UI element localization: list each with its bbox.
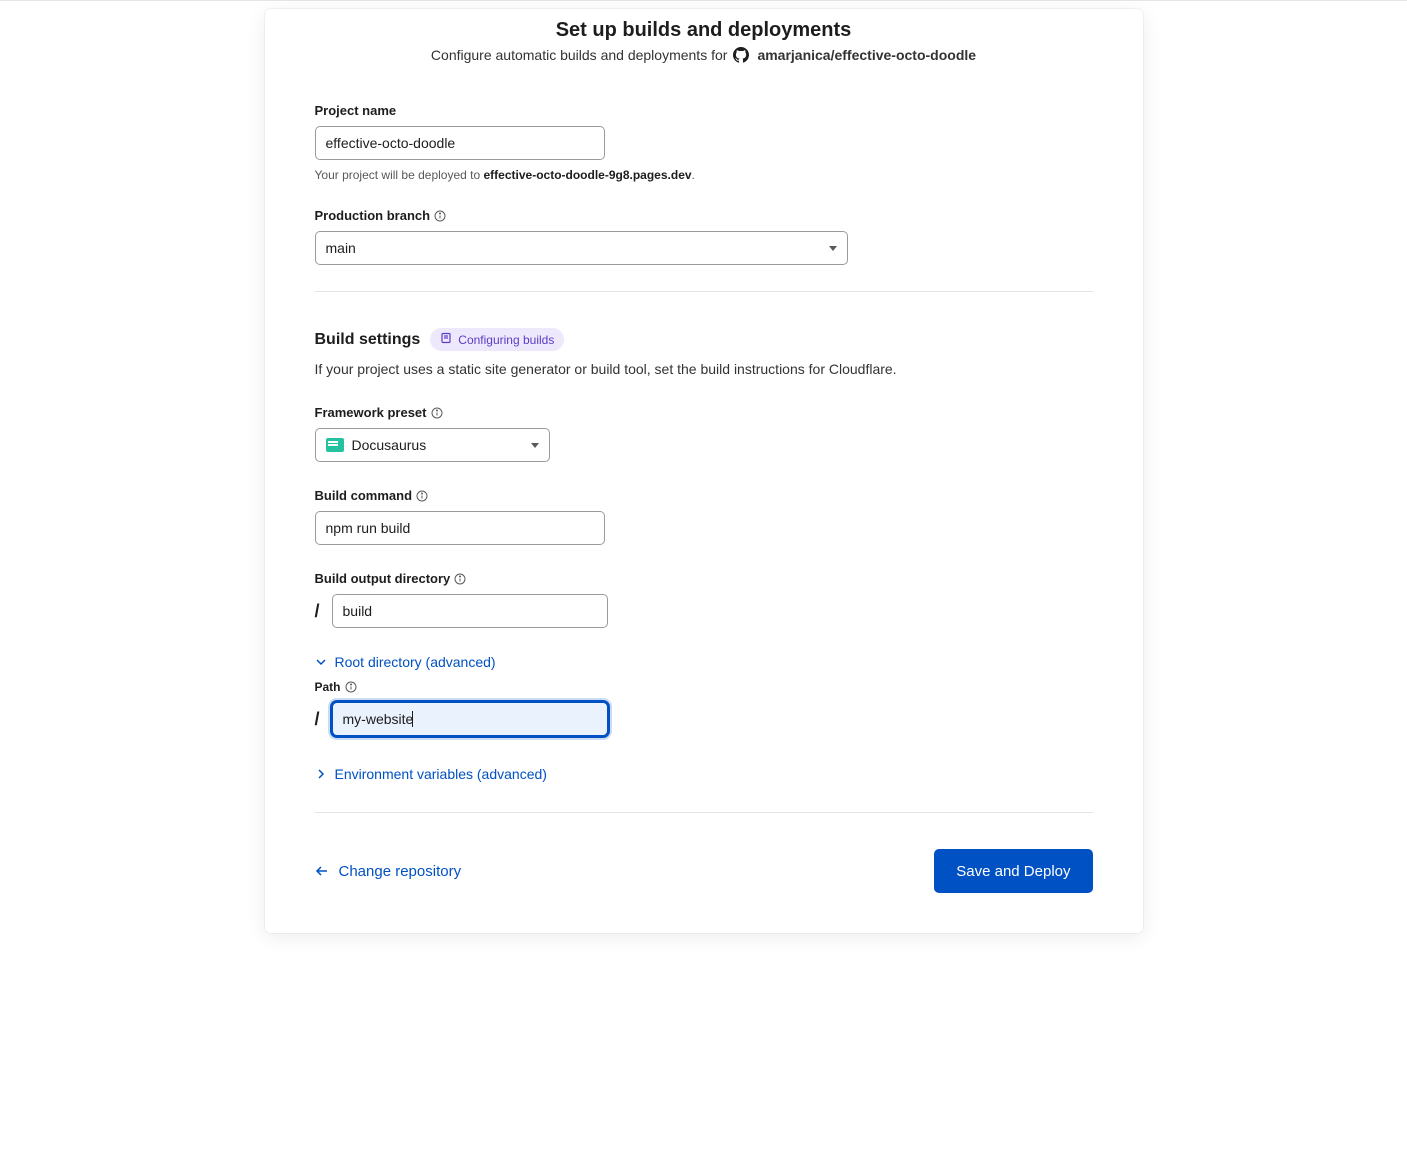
info-icon [416,490,428,502]
root-directory-path-input[interactable]: my-website [332,702,608,736]
build-settings-heading: Build settings [315,331,421,349]
project-name-helper: Your project will be deployed to effecti… [315,168,1093,182]
project-name-input[interactable] [315,126,605,160]
path-prefix: / [315,709,320,730]
framework-preset-field: Framework preset Docusaurus [315,405,1093,462]
configuring-builds-badge[interactable]: Configuring builds [430,328,564,351]
path-prefix: / [315,601,320,622]
build-command-field: Build command [315,488,1093,545]
build-settings-description: If your project uses a static site gener… [315,361,1093,377]
production-branch-label: Production branch [315,208,1093,223]
info-icon [434,210,446,222]
production-branch-field: Production branch main [315,208,1093,265]
build-output-dir-input[interactable] [332,594,608,628]
caret-down-icon [531,443,539,448]
root-directory-section: Root directory (advanced) Path / my-webs… [315,654,1093,736]
build-settings-heading-row: Build settings Configuring builds [315,328,1093,351]
env-vars-toggle[interactable]: Environment variables (advanced) [315,766,547,782]
framework-preset-label: Framework preset [315,405,1093,420]
chevron-down-icon [315,656,327,668]
page-title: Set up builds and deployments [315,19,1093,42]
info-icon [454,573,466,585]
project-name-field: Project name Your project will be deploy… [315,103,1093,182]
page-subtitle: Configure automatic builds and deploymen… [315,46,1093,63]
build-output-dir-field: Build output directory / [315,571,1093,628]
root-directory-toggle[interactable]: Root directory (advanced) [315,654,496,670]
build-command-label: Build command [315,488,1093,503]
text-cursor [412,711,413,727]
build-output-dir-label: Build output directory [315,571,1093,586]
info-icon [431,407,443,419]
docusaurus-icon [326,438,344,452]
path-label: Path [315,680,1093,694]
arrow-left-icon [315,864,329,878]
page-header: Set up builds and deployments Configure … [315,9,1093,103]
production-branch-select[interactable]: main [315,231,848,265]
footer: Change repository Save and Deploy [315,849,1093,893]
divider [315,291,1093,292]
save-and-deploy-button[interactable]: Save and Deploy [934,849,1092,893]
project-name-label: Project name [315,103,1093,118]
repo-name: amarjanica/effective-octo-doodle [757,47,976,63]
info-icon [345,681,357,693]
divider [315,812,1093,813]
caret-down-icon [829,246,837,251]
change-repository-link[interactable]: Change repository [315,863,462,880]
env-vars-section: Environment variables (advanced) [315,766,1093,782]
doc-icon [440,332,452,347]
build-command-input[interactable] [315,511,605,545]
chevron-right-icon [315,768,327,780]
github-icon [733,46,749,63]
framework-preset-select[interactable]: Docusaurus [315,428,550,462]
